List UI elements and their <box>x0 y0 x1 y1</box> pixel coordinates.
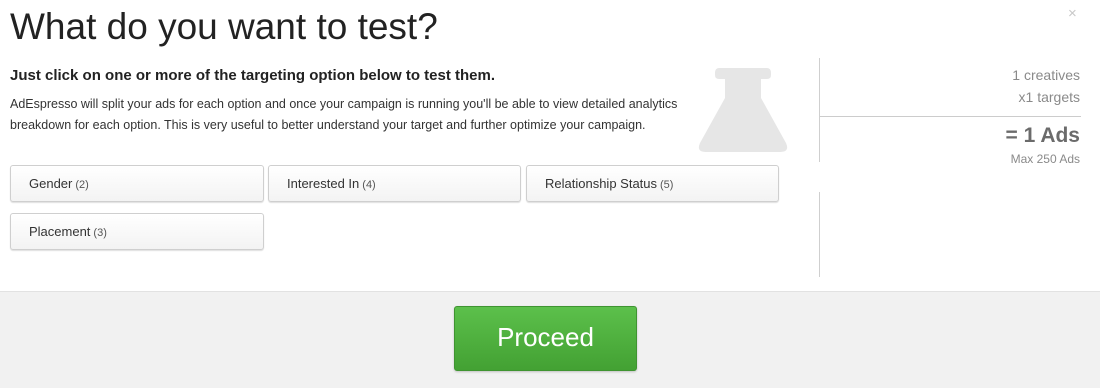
option-count: (5) <box>660 179 674 191</box>
option-interested-in-button[interactable]: Interested In (4) <box>268 165 521 202</box>
summary-divider <box>819 192 820 277</box>
flask-icon <box>698 68 788 152</box>
proceed-button[interactable]: Proceed <box>454 306 637 371</box>
ads-total: = 1 Ads <box>1005 124 1080 147</box>
summary-divider <box>819 58 820 162</box>
option-label: Placement <box>29 224 91 239</box>
instruction-description: AdEspresso will split your ads for each … <box>10 97 678 132</box>
option-label: Interested In <box>287 176 360 191</box>
summary-separator <box>820 116 1081 117</box>
option-count: (2) <box>75 179 89 191</box>
option-gender-button[interactable]: Gender (2) <box>10 165 264 202</box>
option-count: (3) <box>93 227 107 239</box>
option-count: (4) <box>362 179 376 191</box>
option-label: Gender <box>29 176 73 191</box>
max-ads-note: Max 250 Ads <box>1010 152 1080 166</box>
option-relationship-status-button[interactable]: Relationship Status (5) <box>526 165 779 202</box>
creatives-count: 1 creatives <box>1012 67 1080 83</box>
targets-count: x1 targets <box>1018 89 1080 105</box>
option-label: Relationship Status <box>545 176 658 191</box>
close-icon[interactable]: × <box>1068 4 1077 24</box>
modal-title: What do you want to test? <box>10 6 438 47</box>
test-options-modal: × What do you want to test? Just click o… <box>0 0 1100 388</box>
instruction-heading: Just click on one or more of the targeti… <box>10 67 496 84</box>
option-placement-button[interactable]: Placement (3) <box>10 213 264 250</box>
